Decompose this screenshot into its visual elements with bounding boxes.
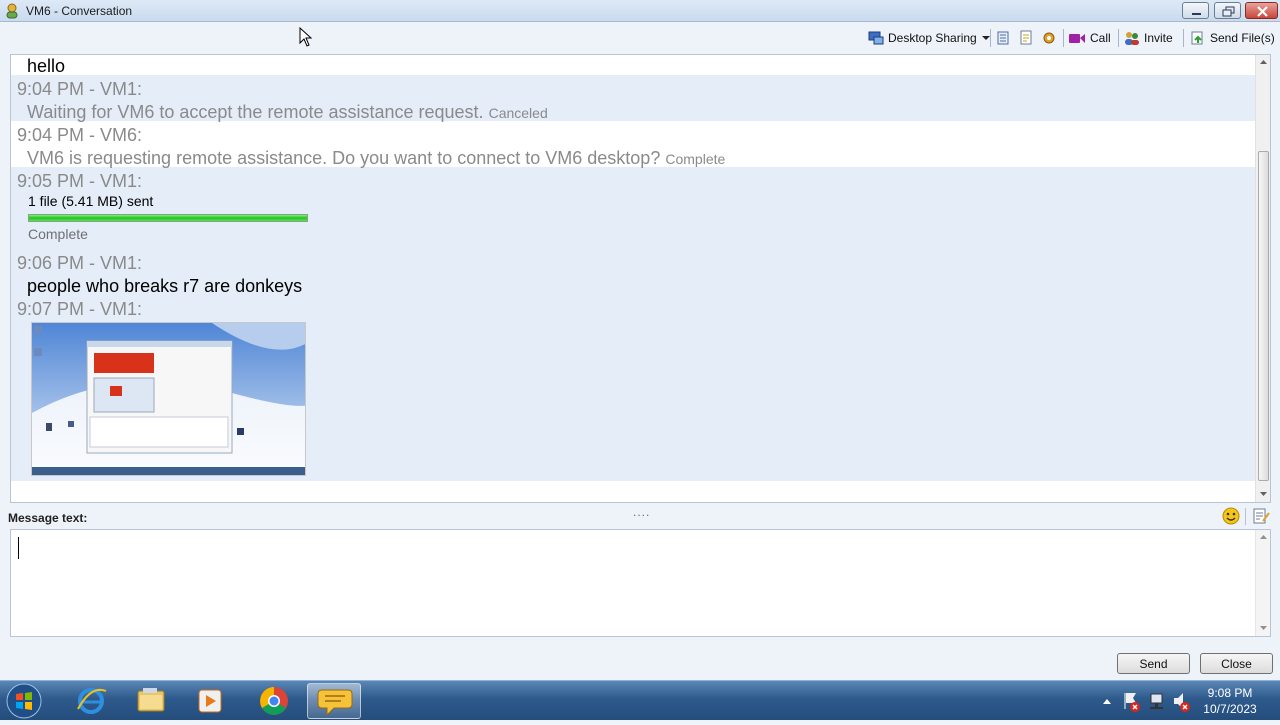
send-file-icon (1191, 31, 1203, 45)
message-body: VM6 is requesting remote assistance. Do … (27, 148, 661, 168)
desktop-sharing-button[interactable]: Desktop Sharing (868, 28, 995, 48)
desktop-sharing-icon (868, 31, 884, 45)
restore-button[interactable] (1214, 2, 1241, 19)
clock-date[interactable]: 10/7/2023 (1200, 702, 1260, 716)
progress-fill (29, 215, 307, 221)
scroll-up-icon[interactable] (1256, 531, 1271, 543)
invite-button[interactable]: Invite (1124, 28, 1173, 48)
apps-button[interactable] (1041, 28, 1061, 48)
composer-separator (1245, 508, 1246, 525)
gear-icon (1043, 32, 1055, 44)
file-explorer-icon[interactable] (124, 683, 178, 719)
chrome-icon[interactable] (247, 683, 301, 719)
emoticon-icon[interactable] (1222, 507, 1240, 525)
message-composer (10, 529, 1271, 637)
status-label: Canceled (488, 105, 548, 121)
message-header: 9:06 PM - VM1: (17, 253, 143, 273)
invite-label: Invite (1144, 31, 1173, 45)
scroll-down-icon[interactable] (1256, 488, 1271, 500)
file-transfer-text: 1 file (5.41 MB) sent (28, 193, 154, 209)
send-files-label: Send File(s) (1210, 31, 1275, 45)
action-center-icon[interactable] (1121, 681, 1141, 721)
mouse-cursor-icon (299, 27, 313, 47)
message-header: 9:04 PM - VM1: (17, 79, 143, 99)
restore-icon (1222, 6, 1235, 17)
book-icon (997, 31, 1009, 45)
conversation-scrollbar[interactable] (1255, 55, 1270, 502)
media-player-icon[interactable] (183, 683, 237, 719)
minimize-button[interactable] (1182, 2, 1209, 19)
status-label: Complete (665, 151, 726, 167)
history-button[interactable] (995, 28, 1015, 48)
taskbar (0, 680, 1280, 720)
call-label: Call (1090, 31, 1111, 45)
toolbar-separator (1118, 29, 1119, 47)
desktop-screenshot-thumbnail[interactable] (31, 322, 306, 476)
message-header: 9:07 PM - VM1: (17, 299, 143, 319)
volume-muted-icon[interactable] (1171, 681, 1191, 721)
scroll-up-icon[interactable] (1256, 56, 1271, 68)
scroll-down-icon[interactable] (1256, 622, 1271, 634)
composer-scrollbar[interactable] (1255, 530, 1270, 636)
splitter-handle[interactable]: .... (633, 505, 650, 519)
message-text: Waiting for VM6 to accept the remote ass… (27, 102, 548, 123)
window-title: VM6 - Conversation (26, 4, 133, 18)
show-hidden-icons-icon[interactable] (1100, 681, 1114, 721)
message-band (11, 55, 1256, 75)
message-body: Waiting for VM6 to accept the remote ass… (27, 102, 484, 122)
screenshot-image (32, 323, 305, 475)
send-button[interactable]: Send (1117, 653, 1190, 674)
document-icon (1020, 30, 1032, 45)
message-text: people who breaks r7 are donkeys (27, 276, 303, 296)
title-bar: VM6 - Conversation (0, 0, 1280, 22)
clock-time[interactable]: 9:08 PM (1200, 686, 1260, 700)
scrollbar-thumb[interactable] (1258, 151, 1269, 481)
invite-people-icon (1125, 32, 1139, 45)
chat-app-icon[interactable] (307, 683, 361, 719)
start-orb[interactable] (4, 682, 44, 720)
file-progress-bar (28, 214, 308, 222)
close-button[interactable]: Close (1200, 653, 1273, 674)
internet-explorer-icon[interactable] (64, 683, 118, 719)
text-caret (18, 537, 19, 559)
minimize-icon (1192, 13, 1201, 15)
message-header: 9:05 PM - VM1: (17, 171, 143, 191)
close-icon (1257, 6, 1268, 17)
toolbar: Desktop Sharing Call Invite Send File(s) (0, 22, 1280, 54)
call-button[interactable]: Call (1068, 28, 1111, 48)
app-icon (6, 3, 18, 19)
font-format-icon[interactable] (1251, 507, 1271, 525)
desktop-sharing-label: Desktop Sharing (888, 31, 977, 45)
network-icon[interactable] (1146, 681, 1166, 721)
conversation-content: hello 9:04 PM - VM1: Waiting for VM6 to … (11, 55, 1256, 502)
message-text: VM6 is requesting remote assistance. Do … (27, 148, 725, 169)
close-window-button[interactable] (1245, 2, 1278, 19)
conversation-pane[interactable]: hello 9:04 PM - VM1: Waiting for VM6 to … (10, 54, 1271, 503)
toolbar-separator (1063, 29, 1064, 47)
message-text: hello (27, 56, 66, 76)
toolbar-separator (990, 29, 991, 47)
send-files-button[interactable]: Send File(s) (1190, 28, 1275, 48)
toolbar-separator (1183, 29, 1184, 47)
message-input[interactable] (11, 530, 1255, 636)
message-header: 9:04 PM - VM6: (17, 125, 143, 145)
video-camera-icon (1069, 34, 1085, 43)
file-status-label: Complete (28, 226, 88, 242)
message-text-label: Message text: (8, 511, 88, 525)
notes-button[interactable] (1018, 28, 1038, 48)
